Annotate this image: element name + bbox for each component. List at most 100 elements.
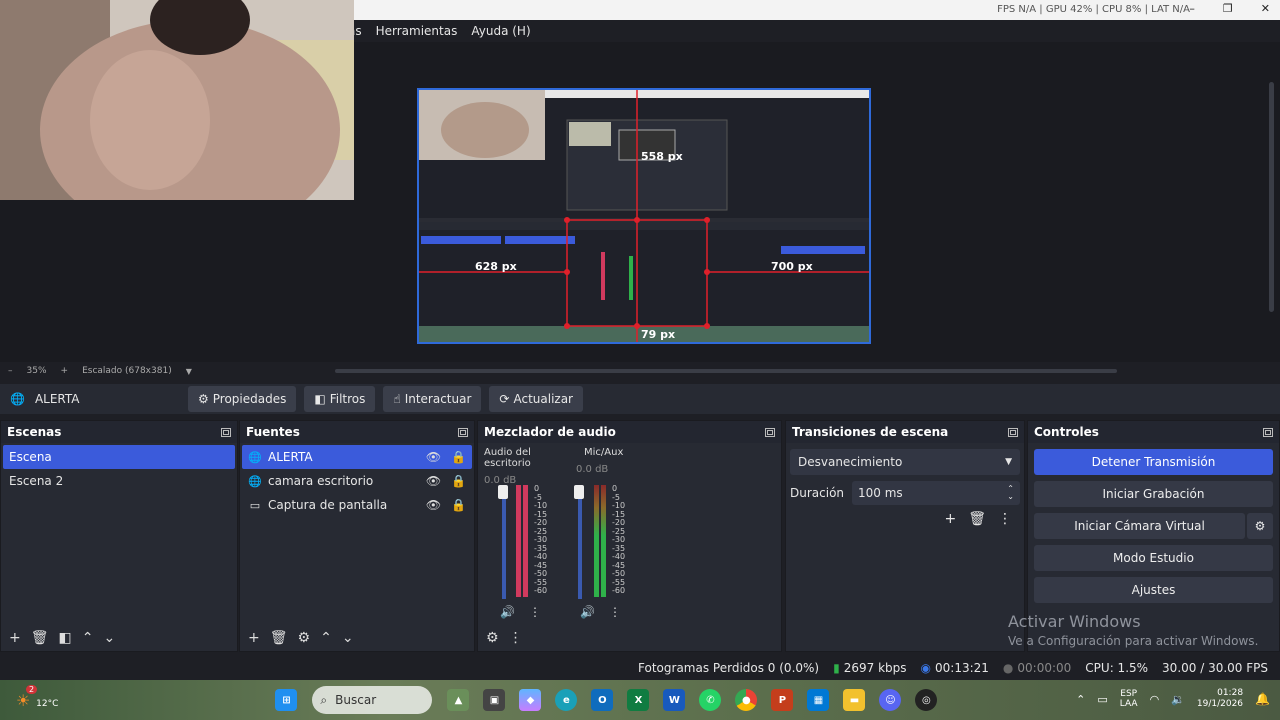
preview-horizontal-scrollbar[interactable]: [335, 369, 1117, 373]
close-button[interactable]: ✕: [1261, 2, 1270, 15]
excel-icon[interactable]: X: [627, 689, 650, 711]
restore-button[interactable]: ❐: [1223, 2, 1233, 15]
minimize-button[interactable]: –: [1189, 2, 1195, 15]
trash-icon[interactable]: 🗑: [31, 630, 49, 646]
speaker-icon[interactable]: 🔊: [500, 605, 515, 619]
context-source-name: ALERTA: [34, 392, 80, 406]
undock-icon[interactable]: [221, 427, 231, 437]
clock[interactable]: 01:28 19/1/2026: [1197, 688, 1243, 710]
eye-icon[interactable]: 👁: [426, 474, 441, 488]
start-recording-button[interactable]: Iniciar Grabación: [1034, 481, 1273, 507]
spinner-icon[interactable]: ⌃ ⌄: [1007, 485, 1014, 501]
more-icon[interactable]: ⋮: [998, 511, 1012, 527]
trash-icon[interactable]: 🗑: [968, 511, 986, 527]
chevron-up-icon[interactable]: ⌃: [82, 630, 94, 646]
chevron-down-icon[interactable]: ⌄: [342, 630, 354, 646]
gear-icon[interactable]: ⚙: [298, 630, 311, 646]
weather-widget[interactable]: ☀ 2 12°C: [16, 684, 58, 710]
volume-slider-handle[interactable]: [498, 485, 508, 499]
powerpoint-icon[interactable]: P: [771, 689, 794, 711]
context-bar: 🌐 ALERTA ⚙ Propiedades ◧ Filtros ☝ Inter…: [0, 384, 1280, 414]
start-virtual-camera-button[interactable]: Iniciar Cámara Virtual: [1034, 513, 1245, 539]
more-icon[interactable]: ⋮: [509, 630, 523, 646]
lock-icon[interactable]: 🔒: [451, 498, 466, 512]
undock-icon[interactable]: [765, 427, 775, 437]
measure-label-right: 700 px: [771, 260, 813, 273]
add-icon[interactable]: +: [944, 511, 956, 527]
preview-canvas[interactable]: 558 px 628 px 700 px 79 px: [417, 88, 871, 344]
chevron-down-icon[interactable]: ⌄: [103, 630, 115, 646]
duration-value: 100 ms: [858, 486, 903, 500]
gear-icon[interactable]: ⚙: [486, 630, 499, 646]
properties-button[interactable]: ⚙ Propiedades: [188, 386, 297, 412]
tray-app-icon[interactable]: ▭: [1097, 693, 1107, 706]
widgets-icon[interactable]: ▲: [447, 689, 470, 711]
interact-button[interactable]: ☝ Interactuar: [383, 386, 482, 412]
duration-input[interactable]: 100 ms ⌃ ⌄: [852, 481, 1020, 505]
scene-item[interactable]: Escena 2: [3, 469, 235, 493]
lock-icon[interactable]: 🔒: [451, 450, 466, 464]
lock-icon[interactable]: 🔒: [451, 474, 466, 488]
volume-icon[interactable]: 🔉: [1171, 693, 1185, 706]
more-icon[interactable]: ⋮: [609, 605, 621, 619]
trash-icon[interactable]: 🗑: [270, 630, 288, 646]
volume-slider[interactable]: [502, 489, 506, 599]
store-icon[interactable]: ▦: [807, 689, 830, 711]
duration-label: Duración: [790, 486, 845, 500]
studio-mode-button[interactable]: Modo Estudio: [1034, 545, 1273, 571]
source-item[interactable]: 🌐 camara escritorio 👁 🔒: [242, 469, 472, 493]
undock-icon[interactable]: [1008, 427, 1018, 437]
more-icon[interactable]: ⋮: [529, 605, 541, 619]
taskbar-search[interactable]: ⌕ Buscar: [312, 686, 433, 714]
outlook-icon[interactable]: O: [591, 689, 614, 711]
eye-icon[interactable]: 👁: [426, 498, 441, 512]
notifications-icon[interactable]: 🔔: [1255, 692, 1270, 706]
file-explorer-icon[interactable]: ▬: [843, 689, 866, 711]
scene-item[interactable]: Escena: [3, 445, 235, 469]
discord-icon[interactable]: ☺: [879, 689, 902, 711]
edge-icon[interactable]: e: [555, 689, 578, 711]
measure-label-left: 628 px: [475, 260, 517, 273]
channel-name: Mic/Aux: [584, 447, 624, 458]
refresh-button[interactable]: ⟳ Actualizar: [489, 386, 583, 412]
source-item[interactable]: 🌐 ALERTA 👁 🔒: [242, 445, 472, 469]
transition-select[interactable]: Desvanecimiento ▼: [790, 449, 1020, 475]
add-icon[interactable]: +: [248, 630, 260, 646]
chevron-up-icon[interactable]: ⌃: [1076, 693, 1085, 706]
eye-icon[interactable]: 👁: [426, 450, 441, 464]
transitions-dock: Transiciones de escena Desvanecimiento ▼…: [785, 420, 1025, 652]
source-item[interactable]: ▭ Captura de pantalla 👁 🔒: [242, 493, 472, 517]
wifi-icon[interactable]: ◠: [1150, 693, 1160, 706]
filters-button[interactable]: ◧ Filtros: [304, 386, 376, 412]
mixer-channel-mic: Mic/Aux 0.0 dB 0 -5 -10 -15 -20 -25 -30 -35 -40-…: [568, 447, 658, 627]
menu-item-ayuda[interactable]: Ayuda (H): [471, 24, 530, 38]
undock-icon[interactable]: [1263, 427, 1273, 437]
meter-scale-tick: -60: [534, 586, 548, 595]
chevron-down-icon[interactable]: ▼: [186, 367, 192, 376]
preview-vertical-scrollbar[interactable]: [1269, 82, 1274, 312]
speaker-icon[interactable]: 🔊: [580, 605, 595, 619]
volume-slider[interactable]: [578, 489, 582, 599]
chevron-up-icon[interactable]: ⌃: [320, 630, 332, 646]
filter-icon[interactable]: ◧: [59, 630, 72, 646]
settings-button[interactable]: Ajustes: [1034, 577, 1273, 603]
add-icon[interactable]: +: [9, 630, 21, 646]
zoom-out-button[interactable]: –: [8, 366, 13, 376]
windows-start-icon[interactable]: ⊞: [275, 689, 298, 711]
volume-slider-handle[interactable]: [574, 485, 584, 499]
word-icon[interactable]: W: [663, 689, 686, 711]
language-indicator[interactable]: ESP LAA: [1120, 689, 1138, 709]
zoom-in-button[interactable]: +: [61, 366, 69, 376]
level-meter: [601, 485, 606, 597]
copilot-icon[interactable]: ◆: [519, 689, 542, 711]
sources-dock: Fuentes 🌐 ALERTA 👁 🔒 🌐 camara escritorio …: [239, 420, 475, 652]
task-view-icon[interactable]: ▣: [483, 689, 506, 711]
whatsapp-icon[interactable]: ✆: [699, 689, 722, 711]
obs-icon[interactable]: ◎: [915, 689, 938, 711]
stop-streaming-button[interactable]: Detener Transmisión: [1034, 449, 1273, 475]
virtual-camera-settings-button[interactable]: ⚙: [1247, 513, 1273, 539]
clock-time: 01:28: [1217, 688, 1244, 698]
undock-icon[interactable]: [458, 427, 468, 437]
menu-item-herramientas[interactable]: Herramientas: [376, 24, 458, 38]
chrome-icon[interactable]: ●: [735, 689, 758, 711]
